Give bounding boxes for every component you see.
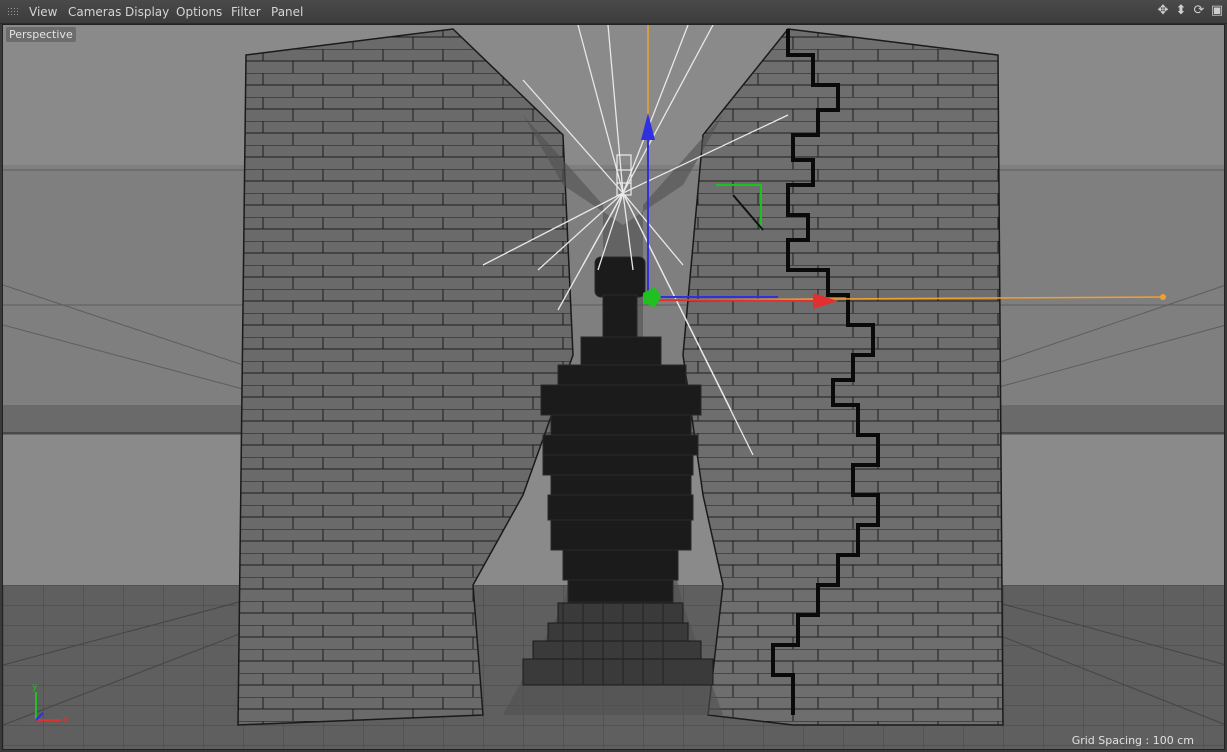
menu-display[interactable]: Display bbox=[123, 0, 171, 24]
maximize-icon[interactable]: ▣ bbox=[1209, 3, 1225, 19]
drag-handle-icon[interactable] bbox=[7, 7, 19, 17]
move-icon[interactable]: ✥ bbox=[1155, 3, 1171, 19]
menu-cameras[interactable]: Cameras bbox=[66, 0, 123, 24]
viewport-menubar: View Cameras Display Options Filter Pane… bbox=[0, 0, 1227, 24]
axis-x-label: x bbox=[63, 715, 69, 725]
orange-guide-endpoint bbox=[1160, 294, 1166, 300]
menu-panel[interactable]: Panel bbox=[269, 0, 305, 24]
viewport-controls: ✥ ⬍ ⟳ ▣ bbox=[1155, 3, 1225, 21]
viewport-label[interactable]: Perspective bbox=[6, 27, 76, 42]
menu-options[interactable]: Options bbox=[174, 0, 224, 24]
rotate-icon[interactable]: ⟳ bbox=[1191, 3, 1207, 19]
menu-view[interactable]: View bbox=[27, 0, 59, 24]
right-brick-wall bbox=[682, 28, 1004, 726]
perspective-viewport[interactable]: y x Perspective Grid Spacing : 100 cm bbox=[2, 24, 1225, 750]
grid-spacing-readout: Grid Spacing : 100 cm bbox=[1071, 734, 1194, 747]
axis-x-handle bbox=[647, 299, 819, 302]
axis-y-label: y bbox=[32, 682, 38, 692]
scene-canvas[interactable]: y x bbox=[3, 25, 1225, 750]
menu-filter[interactable]: Filter bbox=[229, 0, 263, 24]
down-arrow-icon[interactable]: ⬍ bbox=[1173, 3, 1189, 19]
